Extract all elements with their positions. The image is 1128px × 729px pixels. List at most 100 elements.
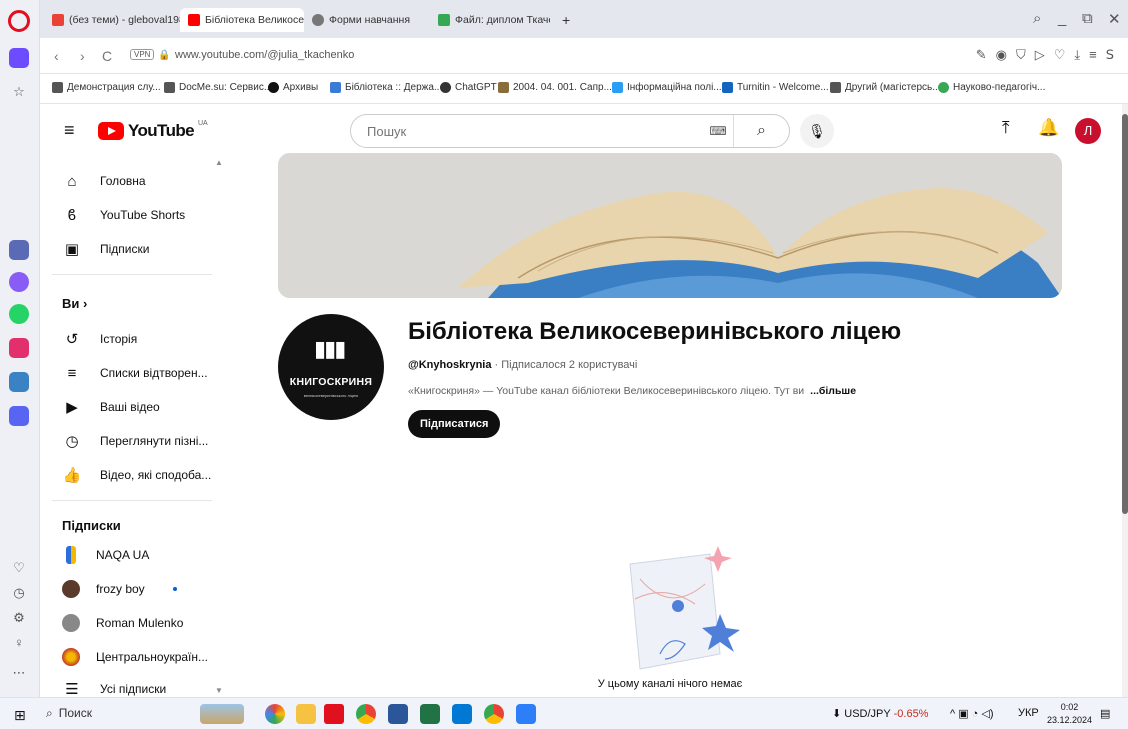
history-icon[interactable]: ◷ bbox=[11, 585, 27, 601]
word-icon[interactable] bbox=[388, 704, 408, 724]
music-icon[interactable] bbox=[9, 372, 29, 392]
whatsapp-icon[interactable] bbox=[9, 304, 29, 324]
profile-icon[interactable]: ꓢ bbox=[1106, 47, 1114, 63]
sidebar-item-watch-later[interactable]: ◷ Переглянути пізні... bbox=[40, 424, 250, 458]
channel-avatar[interactable]: ▮▮▮ КНИГОСКРИНЯ великосеверинівського лі… bbox=[278, 314, 384, 420]
bookmark-label: 2004. 04. 001. Сапр... bbox=[513, 82, 612, 93]
windows-start-icon[interactable]: ⊞ bbox=[14, 707, 26, 724]
taskbar-search[interactable]: ⌕ Поиск bbox=[46, 706, 92, 721]
play-icon[interactable]: ▷ bbox=[1035, 47, 1045, 63]
bulb-icon[interactable]: ♀ bbox=[11, 635, 27, 651]
channel-description[interactable]: «Книгоскриня» — YouTube канал бібліотеки… bbox=[408, 385, 856, 397]
sidebar-item-subscriptions[interactable]: ▣ Підписки bbox=[40, 232, 250, 266]
bookmark[interactable]: Демонстрация слу... bbox=[52, 82, 161, 93]
opera-logo-icon[interactable] bbox=[8, 10, 30, 32]
maximize-icon[interactable]: ⧉ bbox=[1082, 10, 1093, 27]
search-input[interactable] bbox=[351, 115, 703, 147]
more-icon[interactable]: ⋯ bbox=[11, 665, 27, 681]
sidebar-item-channel[interactable]: NAQA UA bbox=[40, 538, 250, 572]
bookmark[interactable]: DocMe.su: Сервис... bbox=[164, 82, 272, 93]
back-icon[interactable]: ‹ bbox=[54, 48, 59, 64]
bookmark[interactable]: 2004. 04. 001. Сапр... bbox=[498, 82, 612, 93]
you-header[interactable]: Ви › bbox=[62, 296, 87, 311]
tab-drive[interactable]: Файл: диплом Ткаченко bbox=[430, 8, 550, 32]
bookmark[interactable]: Другий (магістерсь... bbox=[830, 82, 941, 93]
more-link[interactable]: ...більше bbox=[810, 385, 856, 397]
avatar-sub: великосеверинівського ліцею bbox=[303, 393, 359, 398]
instagram-icon[interactable] bbox=[9, 338, 29, 358]
mic-icon[interactable]: 🎙 bbox=[800, 114, 834, 148]
sidebar-item-home[interactable]: ⌂ Головна bbox=[40, 164, 250, 198]
opera-taskbar-icon[interactable] bbox=[324, 704, 344, 724]
weather-widget-icon[interactable] bbox=[200, 704, 244, 724]
sidebar-item-liked[interactable]: 👍 Відео, які сподоба... bbox=[40, 458, 250, 492]
notification-icon[interactable]: ▤ bbox=[1100, 707, 1110, 720]
search-button[interactable]: ⌕ bbox=[733, 115, 789, 147]
workspace-icon[interactable] bbox=[9, 48, 29, 68]
player-icon[interactable] bbox=[9, 406, 29, 426]
chrome-icon[interactable] bbox=[356, 704, 376, 724]
outlook-icon[interactable] bbox=[452, 704, 472, 724]
clock[interactable]: 0:02 23.12.2024 bbox=[1047, 701, 1092, 727]
sidebar-item-history[interactable]: ↺ Історія bbox=[40, 322, 250, 356]
bookmark[interactable]: ChatGPT bbox=[440, 82, 497, 93]
settings-icon[interactable]: ⚙ bbox=[11, 610, 27, 626]
tab-gmail[interactable]: (без теми) - gleboval198 bbox=[44, 8, 180, 32]
new-tab-button[interactable]: + bbox=[554, 8, 578, 32]
app-icon[interactable] bbox=[9, 240, 29, 260]
lock-icon[interactable]: 🔒 bbox=[158, 50, 170, 61]
language-indicator[interactable]: УКР bbox=[1018, 707, 1039, 719]
sidebar-item-channel[interactable]: frozy boy bbox=[40, 572, 250, 606]
sidebar-item-your-videos[interactable]: ▶ Ваші відео bbox=[40, 390, 250, 424]
vpn-badge[interactable]: VPN bbox=[130, 49, 155, 60]
chrome-icon[interactable] bbox=[484, 704, 504, 724]
tab-forms[interactable]: Форми навчання bbox=[304, 8, 430, 32]
scrollbar-thumb[interactable] bbox=[1122, 114, 1128, 514]
tab-youtube[interactable]: Бібліотека Великосевер bbox=[180, 8, 304, 32]
menu-icon[interactable]: ≡ bbox=[64, 120, 75, 141]
photos-icon[interactable] bbox=[516, 704, 536, 724]
page-scrollbar[interactable] bbox=[1122, 104, 1128, 697]
sidebar-item-channel[interactable]: Центральноукраїн... bbox=[40, 640, 250, 674]
close-icon[interactable]: ✕ bbox=[1108, 10, 1121, 28]
excel-icon[interactable] bbox=[420, 704, 440, 724]
heart-icon[interactable]: ♡ bbox=[11, 560, 27, 576]
avatar[interactable]: Л bbox=[1075, 118, 1101, 144]
heart-icon[interactable]: ♡ bbox=[1054, 47, 1066, 63]
bell-icon[interactable]: 🔔 bbox=[1038, 118, 1059, 138]
youtube-favicon-icon bbox=[188, 14, 200, 26]
sidebar-item-label: frozy boy bbox=[96, 582, 145, 596]
reload-icon[interactable]: C bbox=[102, 48, 112, 64]
chatgpt-icon bbox=[440, 82, 451, 93]
file-explorer-icon[interactable] bbox=[296, 704, 316, 724]
youtube-logo[interactable]: YouTube UA bbox=[98, 120, 208, 141]
bookmark[interactable]: Бібліотека :: Держа... bbox=[330, 82, 442, 93]
bookmark[interactable]: Інформаційна полі... bbox=[612, 82, 722, 93]
copilot-icon[interactable] bbox=[265, 704, 285, 724]
edit-icon[interactable]: ✎ bbox=[976, 47, 987, 63]
search-tabs-icon[interactable]: ⌕ bbox=[1033, 10, 1041, 27]
subscribe-button[interactable]: Підписатися bbox=[408, 410, 501, 438]
scroll-down-icon[interactable]: ▼ bbox=[215, 686, 223, 695]
bookmark[interactable]: Turnitin - Welcome... bbox=[722, 82, 829, 93]
messenger-icon[interactable] bbox=[9, 272, 29, 292]
shorts-icon: ϐ bbox=[67, 206, 77, 224]
star-icon[interactable]: ☆ bbox=[11, 84, 27, 100]
keyboard-icon[interactable]: ⌨ bbox=[703, 115, 733, 147]
camera-icon[interactable]: ◉ bbox=[996, 47, 1007, 63]
bookmark[interactable]: Архивы bbox=[268, 82, 318, 93]
forward-icon[interactable]: › bbox=[80, 48, 85, 64]
menu-icon[interactable]: ≡ bbox=[1089, 47, 1097, 63]
upload-icon[interactable]: ⤒ bbox=[1002, 118, 1010, 138]
tray-icons[interactable]: ^ ▣ ◔ ◁) bbox=[950, 707, 994, 720]
download-icon[interactable]: ⤓ bbox=[1074, 47, 1080, 63]
url-field[interactable]: www.youtube.com/@julia_tkachenko bbox=[175, 49, 354, 61]
shield-icon[interactable]: ⛉ bbox=[1016, 47, 1026, 63]
ticker-widget[interactable]: ⬇ USD/JPY -0.65% bbox=[832, 707, 928, 720]
minimize-icon[interactable]: _ bbox=[1058, 10, 1066, 27]
sidebar-item-playlists[interactable]: ≡ Списки відтворен... bbox=[40, 356, 250, 390]
bookmark[interactable]: Науково-педагогіч... bbox=[938, 82, 1045, 93]
sidebar-item-channel[interactable]: Roman Mulenko bbox=[40, 606, 250, 640]
sidebar-item-shorts[interactable]: ϐ YouTube Shorts bbox=[40, 198, 250, 232]
archive-icon bbox=[268, 82, 279, 93]
